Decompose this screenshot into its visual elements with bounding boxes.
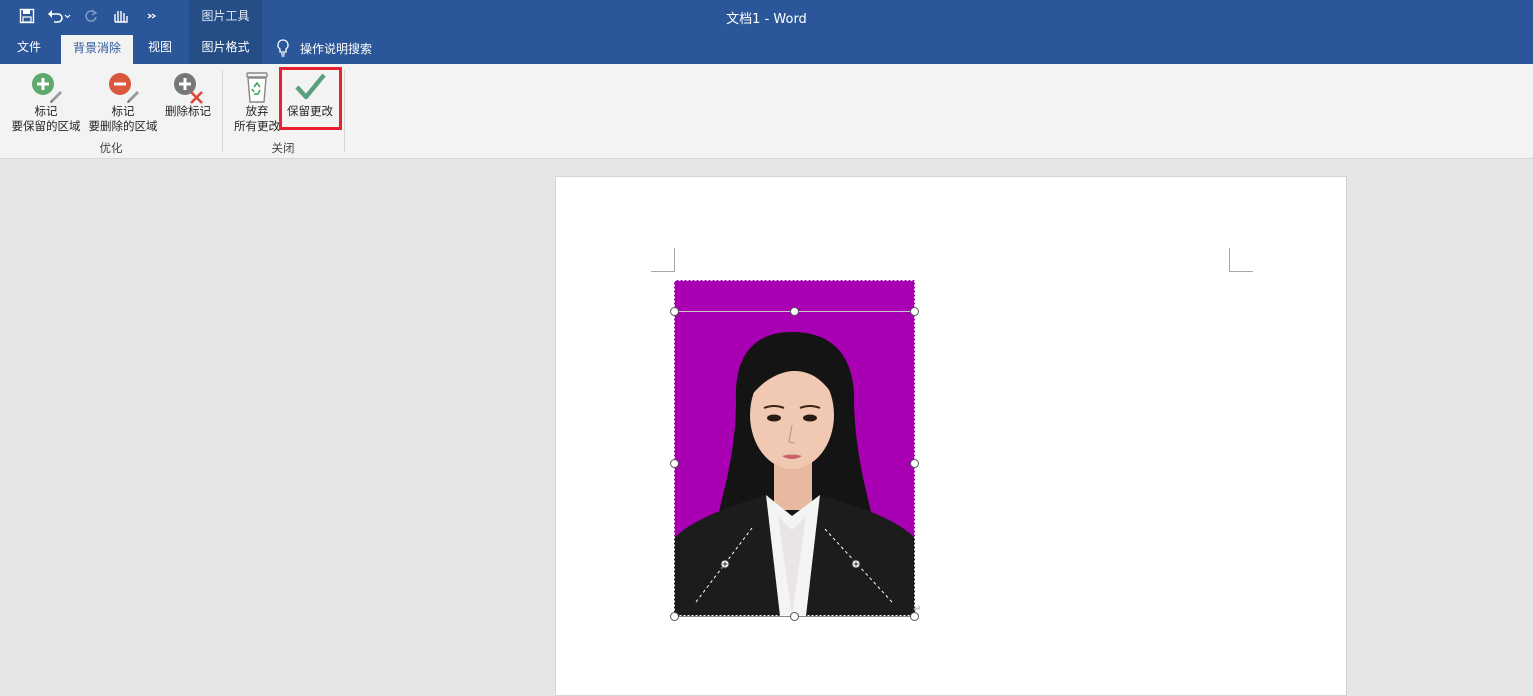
discard-line1: 放弃	[245, 104, 269, 118]
resize-handle[interactable]	[790, 612, 799, 621]
tell-me-label: 操作说明搜索	[300, 41, 373, 56]
delete-mark-button[interactable]: 删除标记	[162, 68, 214, 138]
ribbon-panel: 标记 要保留的区域 标记 要删除的区域 删除标记 放弃 所有更改 保留更改 优化…	[0, 64, 1533, 159]
minus-pencil-icon	[109, 73, 139, 103]
resize-handle[interactable]	[670, 612, 679, 621]
tab-view[interactable]: 视图	[140, 32, 180, 64]
mark-remove-line2: 要删除的区域	[88, 119, 158, 133]
mark-areas-to-remove-button[interactable]: 标记 要删除的区域	[86, 68, 160, 138]
resize-handle[interactable]	[790, 307, 799, 316]
mark-remove-line1: 标记	[111, 104, 135, 118]
tab-picture-format[interactable]: 图片格式	[189, 32, 262, 64]
margin-corner-mark	[651, 248, 675, 272]
keep-changes-button[interactable]: 保留更改	[282, 68, 338, 138]
discard-all-changes-button[interactable]: 放弃 所有更改	[231, 68, 283, 138]
portrait-photo[interactable]	[674, 280, 915, 616]
mark-keep-line2: 要保留的区域	[11, 119, 81, 133]
lightbulb-icon	[277, 39, 289, 57]
group-label-refine: 优化	[99, 141, 123, 155]
mark-keep-line1: 标记	[34, 104, 58, 118]
tab-background-removal[interactable]: 背景消除	[61, 35, 133, 64]
portrait-image	[674, 280, 915, 616]
tell-me-search[interactable]: 操作说明搜索	[276, 32, 372, 64]
mark-areas-to-keep-button[interactable]: 标记 要保留的区域	[8, 68, 84, 138]
delete-mark-label: 删除标记	[165, 104, 211, 118]
plus-pencil-icon	[32, 73, 62, 103]
delete-mark-icon	[174, 73, 203, 104]
checkmark-icon	[295, 73, 326, 100]
group-label-close: 关闭	[271, 141, 295, 155]
resize-handle[interactable]	[910, 459, 919, 468]
picture-tools-label: 图片工具	[201, 9, 250, 23]
group-separator	[344, 70, 345, 152]
resize-handle[interactable]	[910, 307, 919, 316]
paragraph-mark-icon: ↵	[913, 604, 922, 615]
ribbon-tab-bar: 文件 背景消除 视图 图片格式 操作说明搜索	[0, 32, 1533, 64]
discard-line2: 所有更改	[234, 119, 280, 133]
recycle-bin-icon	[246, 72, 268, 103]
tab-file[interactable]: 文件	[6, 32, 52, 64]
margin-corner-mark	[1229, 248, 1253, 272]
resize-handle[interactable]	[670, 307, 679, 316]
keep-changes-label: 保留更改	[287, 104, 333, 118]
resize-handle[interactable]	[670, 459, 679, 468]
